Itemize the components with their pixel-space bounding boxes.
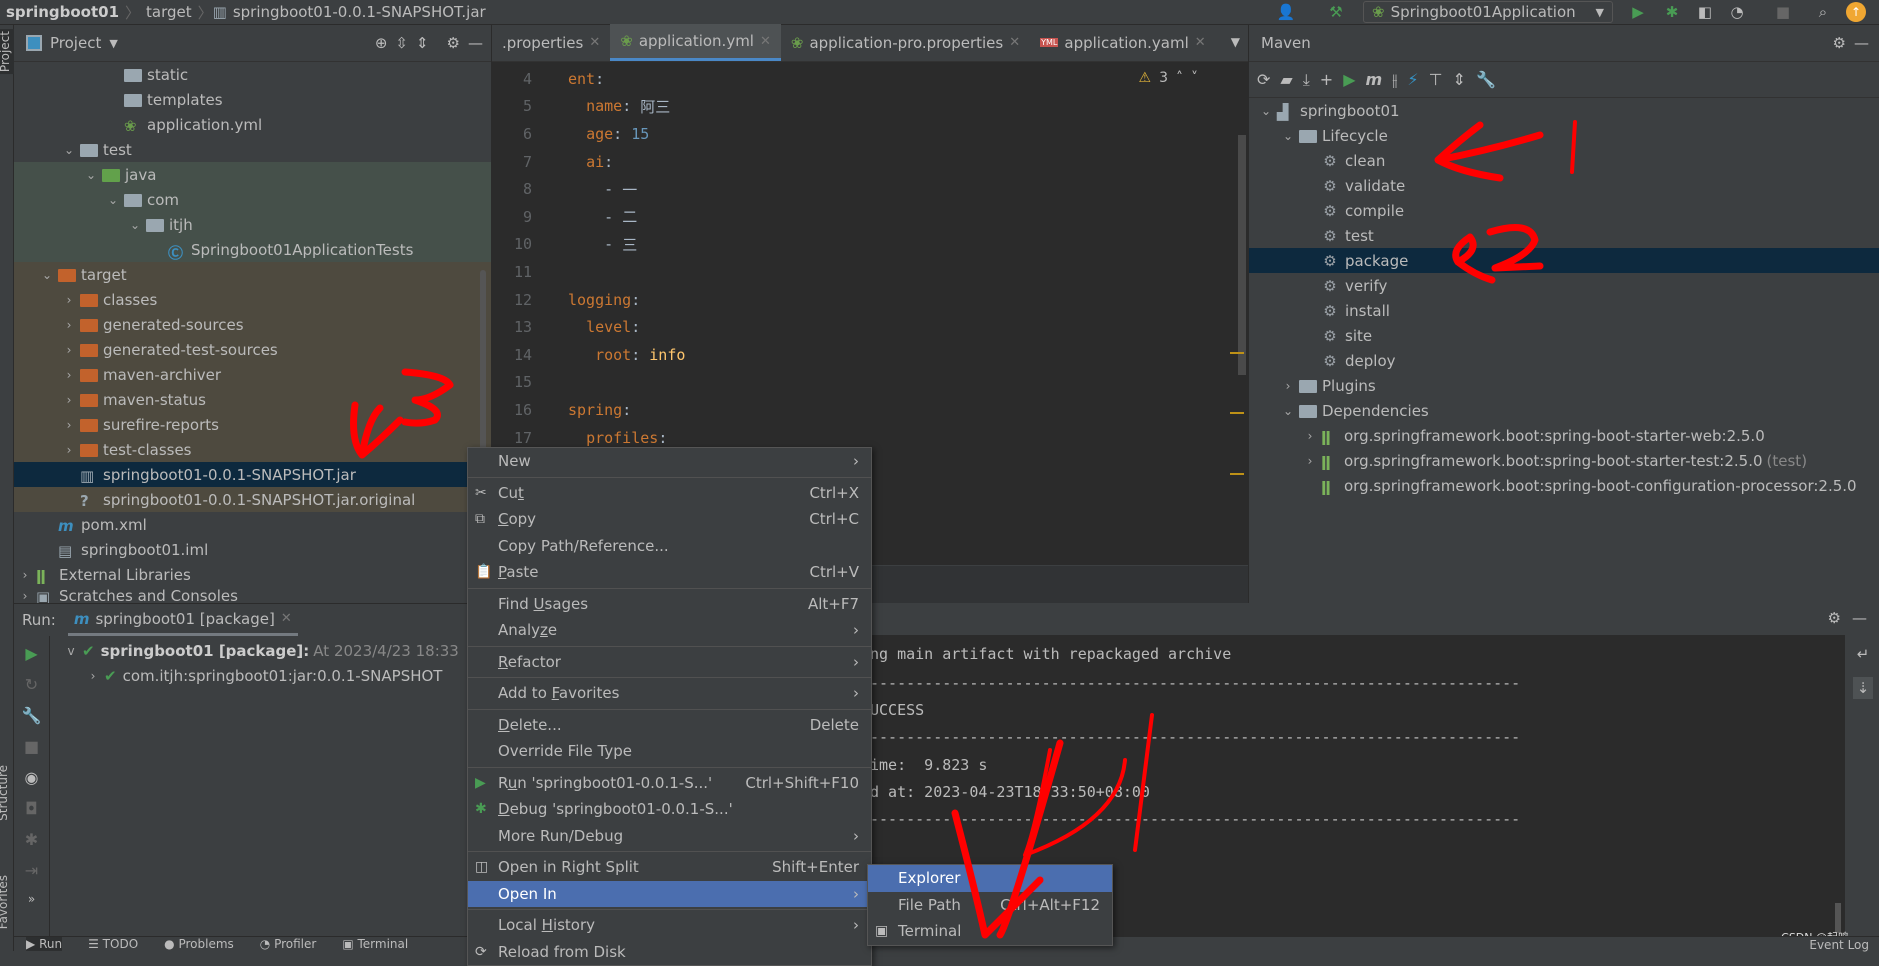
annotation-number-2 (1486, 224, 1544, 272)
annotation-arrow-3 (350, 401, 404, 459)
annotation-layer (350, 120, 1577, 939)
annotation-arrow-1 (1434, 121, 1544, 182)
annotation-arrow-2 (1452, 233, 1496, 284)
annotation-number-3 (401, 368, 454, 427)
annotation-number-1 (1570, 120, 1577, 174)
annotation-number-4 (1023, 713, 1154, 857)
